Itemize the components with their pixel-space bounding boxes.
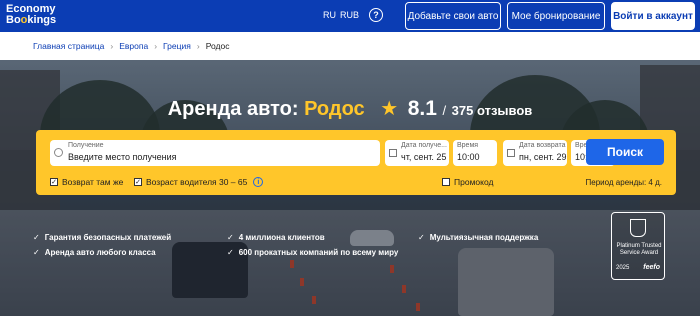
calendar-icon	[507, 149, 515, 157]
check-icon: ✓	[418, 233, 425, 242]
driver-age-checkbox[interactable]: ✓ Возраст водителя 30 – 65 i	[134, 177, 264, 187]
feature-label: Гарантия безопасных платежей	[44, 233, 172, 242]
title-prefix: Аренда авто:	[167, 98, 299, 120]
feature-item: ✓ 600 прокатных компаний по всему миру	[227, 248, 398, 257]
logo[interactable]: Economy Bookings	[6, 4, 70, 26]
pickup-location-field[interactable]: Получение Введите место получения	[50, 140, 380, 166]
promo-label: Промокод	[454, 177, 494, 187]
pickup-time-field[interactable]: Время 10:00	[453, 140, 497, 166]
pickup-label: Получение	[68, 142, 104, 149]
breadcrumb: Главная страница › Европа › Греция › Род…	[0, 32, 700, 60]
check-icon: ✓	[33, 248, 40, 257]
driver-age-label: Возраст водителя 30 – 65	[146, 177, 248, 187]
feature-item: ✓ 4 миллиона клиентов	[227, 233, 325, 242]
logo-part: kings	[27, 14, 57, 26]
return-date-value: пн, сент. 29	[519, 152, 567, 162]
checkbox-unchecked-icon	[442, 178, 450, 186]
reviews-count[interactable]: 375 отзывов	[452, 103, 533, 118]
pickup-time-label: Время	[457, 142, 479, 149]
pickup-date-field[interactable]: Дата получе... чт, сент. 25	[385, 140, 449, 166]
title-city: Родос	[304, 98, 365, 120]
breadcrumb-item-current: Родос	[205, 41, 230, 51]
feature-label: Мультиязычная поддержка	[429, 233, 539, 242]
check-icon: ✓	[33, 233, 40, 242]
feature-label: Аренда авто любого класса	[44, 248, 156, 257]
chevron-right-icon: ›	[154, 41, 158, 51]
logo-part: Bo	[6, 14, 21, 26]
language-label: RU	[323, 10, 336, 20]
star-icon: ★	[380, 98, 399, 120]
chevron-right-icon: ›	[110, 41, 114, 51]
pickup-input[interactable]: Введите место получения	[68, 152, 177, 162]
feature-label: 600 прокатных компаний по всему миру	[238, 248, 399, 257]
search-form: Получение Введите место получения Дата п…	[36, 130, 676, 195]
language-currency-switcher[interactable]: RU RUB	[323, 10, 363, 20]
rental-period: Период аренды: 4 д.	[585, 178, 662, 187]
award-year: 2025	[616, 265, 630, 271]
breadcrumb-item-greece[interactable]: Греция	[163, 41, 191, 51]
feature-item: ✓ Мультиязычная поддержка	[418, 233, 538, 242]
pickup-date-label: Дата получе...	[401, 142, 447, 149]
location-pin-icon	[54, 148, 63, 157]
trophy-icon	[630, 219, 646, 237]
feature-item: ✓ Аренда авто любого класса	[33, 248, 156, 257]
check-icon: ✓	[227, 233, 234, 242]
checkbox-checked-icon: ✓	[50, 178, 58, 186]
feefo-award-badge[interactable]: Platinum Trusted Service Award 2025 feef…	[611, 212, 665, 280]
calendar-icon	[389, 149, 397, 157]
rating-value: 8.1	[407, 97, 437, 120]
pickup-date-value: чт, сент. 25	[401, 152, 447, 162]
help-icon[interactable]: ?	[369, 8, 383, 22]
rating-slash: /	[442, 103, 447, 118]
pickup-time-value: 10:00	[457, 152, 480, 162]
my-booking-button[interactable]: Мое бронирование	[507, 2, 605, 30]
check-icon: ✓	[227, 248, 234, 257]
top-header: Economy Bookings RU RUB ? Добавьте свои а…	[0, 0, 700, 32]
currency-label: RUB	[340, 10, 360, 20]
award-brand: feefo	[643, 264, 660, 271]
login-button[interactable]: Войти в аккаунт	[611, 2, 695, 30]
award-text: Platinum Trusted Service Award	[616, 243, 662, 256]
return-same-label: Возврат там же	[62, 177, 124, 187]
return-date-field[interactable]: Дата возврата пн, сент. 29	[503, 140, 567, 166]
chevron-right-icon: ›	[196, 41, 200, 51]
promo-checkbox[interactable]: Промокод	[442, 177, 493, 187]
checkbox-checked-icon: ✓	[134, 178, 142, 186]
hero-section: Аренда авто: Родос ★ 8.1 / 375 отзывов П…	[0, 60, 700, 316]
info-icon[interactable]: i	[253, 177, 264, 187]
logo-line2: Bookings	[6, 15, 70, 26]
feature-label: 4 миллиона клиентов	[238, 233, 325, 242]
return-same-checkbox[interactable]: ✓ Возврат там же	[50, 177, 123, 187]
feature-item: ✓ Гарантия безопасных платежей	[33, 233, 171, 242]
add-car-button[interactable]: Добавьте свои авто	[405, 2, 501, 30]
return-date-label: Дата возврата	[519, 142, 566, 149]
breadcrumb-item-europe[interactable]: Европа	[119, 41, 148, 51]
search-button[interactable]: Поиск	[586, 139, 664, 165]
breadcrumb-item-home[interactable]: Главная страница	[33, 41, 104, 51]
page-title: Аренда авто: Родос ★ 8.1 / 375 отзывов	[0, 96, 700, 121]
